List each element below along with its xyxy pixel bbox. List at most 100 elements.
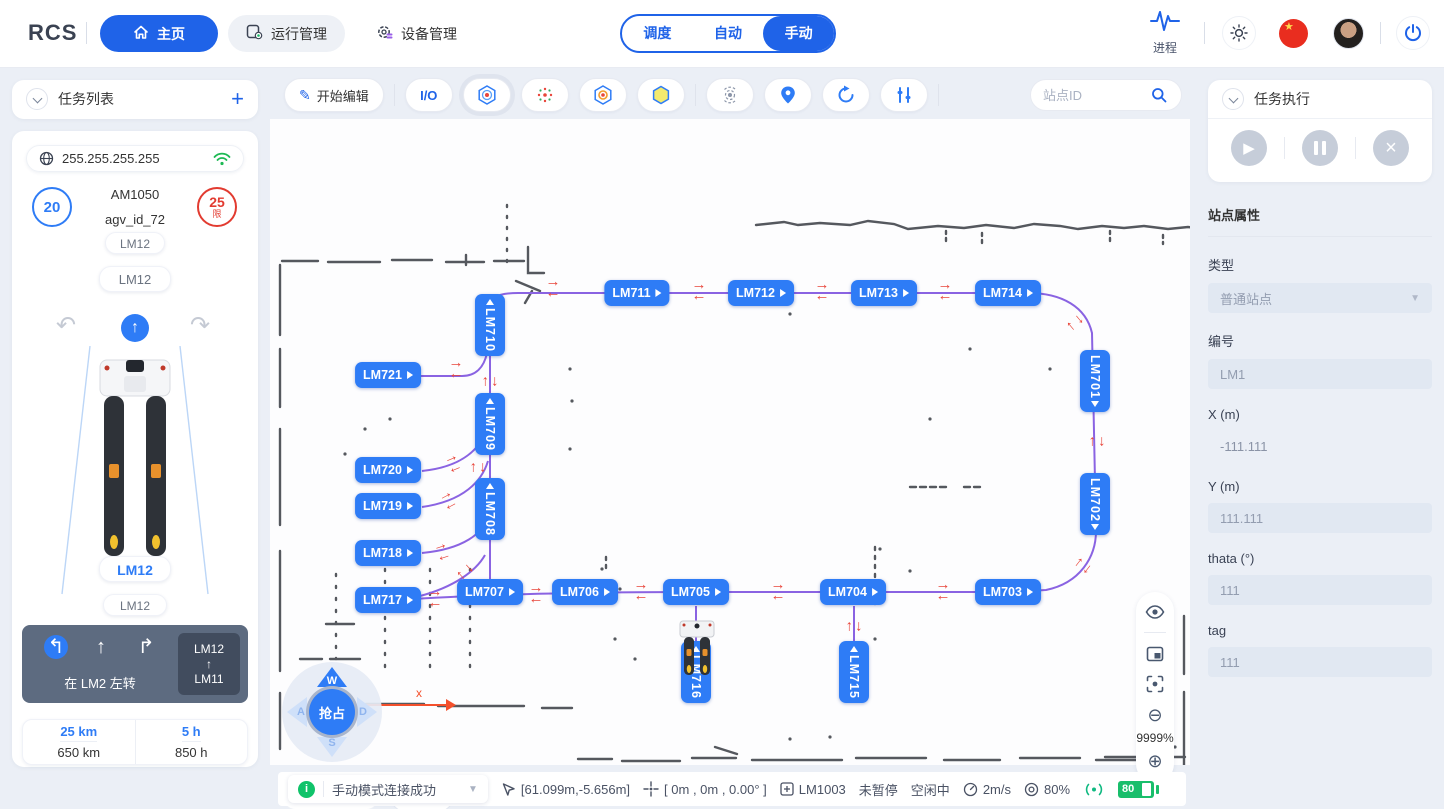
station-LM717[interactable]: LM717 xyxy=(355,587,421,613)
station-LM702[interactable]: LM702 xyxy=(1080,473,1110,535)
refresh-button[interactable] xyxy=(822,78,870,112)
center-focus-icon[interactable] xyxy=(1146,675,1164,693)
nav-device-management[interactable]: 设备管理 xyxy=(358,15,475,52)
target-icon xyxy=(1024,782,1039,797)
stat-value: 5 h xyxy=(182,724,201,742)
collapse-chevron-icon[interactable] xyxy=(26,88,48,110)
x-axis-label: x xyxy=(416,686,422,700)
user-avatar[interactable] xyxy=(1333,18,1364,49)
mode-dispatch[interactable]: 调度 xyxy=(622,16,693,51)
turn-right-icon[interactable]: ↷ xyxy=(190,314,210,338)
minimap-icon[interactable] xyxy=(1146,646,1164,662)
station-LM709[interactable]: LM709 xyxy=(475,393,505,455)
nav-run-management[interactable]: 运行管理 xyxy=(228,15,345,52)
connection-message-dropdown[interactable]: i 手动模式连接成功 ▼ xyxy=(288,775,488,803)
speed-item: 2m/s xyxy=(963,782,1011,797)
direction-arrows: ↑↓ xyxy=(846,619,863,634)
zoom-out-button[interactable]: ⊖ xyxy=(1147,706,1162,724)
layer-laser-points-button[interactable] xyxy=(521,78,569,112)
pause-task-button[interactable] xyxy=(1302,130,1338,166)
station-LM707[interactable]: LM707 xyxy=(457,579,523,605)
power-button[interactable] xyxy=(1396,16,1430,50)
prop-field: 编号LM1 xyxy=(1208,331,1432,389)
station-LM710[interactable]: LM710 xyxy=(475,294,505,356)
cursor-position: [61.099m,-5.656m] xyxy=(521,782,630,797)
stat-column: 5 h 850 h xyxy=(135,720,248,764)
collapse-chevron-icon[interactable] xyxy=(1222,88,1244,110)
field-value[interactable]: 普通站点▼ xyxy=(1208,283,1432,313)
map-robot[interactable] xyxy=(678,619,716,677)
filters-button[interactable] xyxy=(880,78,928,112)
nav-home[interactable]: 主页 xyxy=(100,15,218,52)
station-LM704[interactable]: LM704 xyxy=(820,579,886,605)
station-LM703[interactable]: LM703 xyxy=(975,579,1041,605)
add-task-button[interactable]: + xyxy=(231,89,244,109)
start-edit-button[interactable]: ✎ 开始编辑 xyxy=(284,78,384,112)
language-flag-button[interactable]: ★ xyxy=(1279,19,1308,48)
station-LM714[interactable]: LM714 xyxy=(975,280,1041,306)
station-LM706[interactable]: LM706 xyxy=(552,579,618,605)
joystick-down-button[interactable]: S xyxy=(317,737,347,757)
station-LM720[interactable]: LM720 xyxy=(355,457,421,483)
io-button[interactable]: I/O xyxy=(405,78,453,112)
theme-toggle-button[interactable] xyxy=(1222,16,1256,50)
layer-target-button[interactable] xyxy=(579,78,627,112)
mode-switch: 调度 自动 手动 xyxy=(620,14,836,53)
turn-left-active-icon[interactable]: ↰ xyxy=(44,635,68,659)
station-LM713[interactable]: LM713 xyxy=(851,280,917,306)
stat-total: 850 h xyxy=(175,745,208,760)
zoom-in-button[interactable]: ⊕ xyxy=(1147,752,1162,770)
divider xyxy=(86,22,87,44)
seize-control-button[interactable]: 抢占 xyxy=(306,686,358,738)
station-search-input[interactable] xyxy=(1043,88,1143,103)
field-value[interactable]: 111 xyxy=(1208,575,1432,605)
map-canvas[interactable]: →←→←→←→←→←↑↓→←→←→←→←→←→←↑↓↑↓→←→←→←→←→←↑↓… xyxy=(270,119,1190,765)
field-label: Y (m) xyxy=(1208,479,1432,494)
robot-ip-field[interactable]: 255.255.255.255 xyxy=(26,145,244,172)
station-LM719[interactable]: LM719 xyxy=(355,493,421,519)
station-LM712[interactable]: LM712 xyxy=(728,280,794,306)
joystick-left-button[interactable]: A xyxy=(287,697,307,727)
layer-area-button[interactable] xyxy=(637,78,685,112)
station-LM715[interactable]: LM715 xyxy=(839,641,869,703)
turn-right-icon[interactable]: ↱ xyxy=(134,635,158,659)
mode-manual[interactable]: 手动 xyxy=(763,16,834,51)
station-LM701[interactable]: LM701 xyxy=(1080,350,1110,412)
joystick: W A S D 抢占 xyxy=(282,662,382,762)
field-value[interactable]: 111.111 xyxy=(1208,503,1432,533)
locate-button[interactable] xyxy=(764,78,812,112)
flag-star: ★ xyxy=(1284,20,1294,33)
straight-icon[interactable]: ↑ xyxy=(89,635,113,659)
eye-icon[interactable] xyxy=(1145,605,1165,619)
station-LM711[interactable]: LM711 xyxy=(604,280,669,306)
power-icon xyxy=(1403,23,1423,43)
station-LM721[interactable]: LM721 xyxy=(355,362,421,388)
layer-stations-button[interactable] xyxy=(463,78,511,112)
field-value[interactable]: LM1 xyxy=(1208,359,1432,389)
joystick-right-button[interactable]: D xyxy=(357,697,377,727)
joystick-up-button[interactable]: W xyxy=(317,667,347,687)
turn-left-icon[interactable]: ↶ xyxy=(56,314,76,338)
cancel-task-button[interactable]: × xyxy=(1373,130,1409,166)
station-LM705[interactable]: LM705 xyxy=(663,579,729,605)
info-icon: i xyxy=(298,781,315,798)
go-straight-button[interactable]: ↑ xyxy=(121,314,149,342)
monitor-icon xyxy=(246,24,263,43)
lidar-button[interactable] xyxy=(706,78,754,112)
globe-icon xyxy=(39,151,54,166)
play-task-button[interactable]: ▶ xyxy=(1231,130,1267,166)
map-view-tools: ⊖ 9999% ⊕ xyxy=(1136,592,1174,783)
station-LM718[interactable]: LM718 xyxy=(355,540,421,566)
joystick-up-label: W xyxy=(327,675,337,687)
field-value[interactable]: 111 xyxy=(1208,647,1432,677)
rcs-app: RCS 主页 运行管理 设备管理 调度 自动 手动 进程 ★ xyxy=(0,0,1444,809)
search-icon[interactable] xyxy=(1151,87,1167,103)
plus-square-icon xyxy=(780,782,794,796)
process-button[interactable]: 进程 xyxy=(1143,10,1187,56)
divider xyxy=(323,781,324,797)
mode-auto[interactable]: 自动 xyxy=(693,16,764,51)
station-LM708[interactable]: LM708 xyxy=(475,478,505,540)
field-label: thata (°) xyxy=(1208,551,1432,566)
field-value: -111.111 xyxy=(1208,431,1432,461)
lidar-icon xyxy=(719,84,741,106)
